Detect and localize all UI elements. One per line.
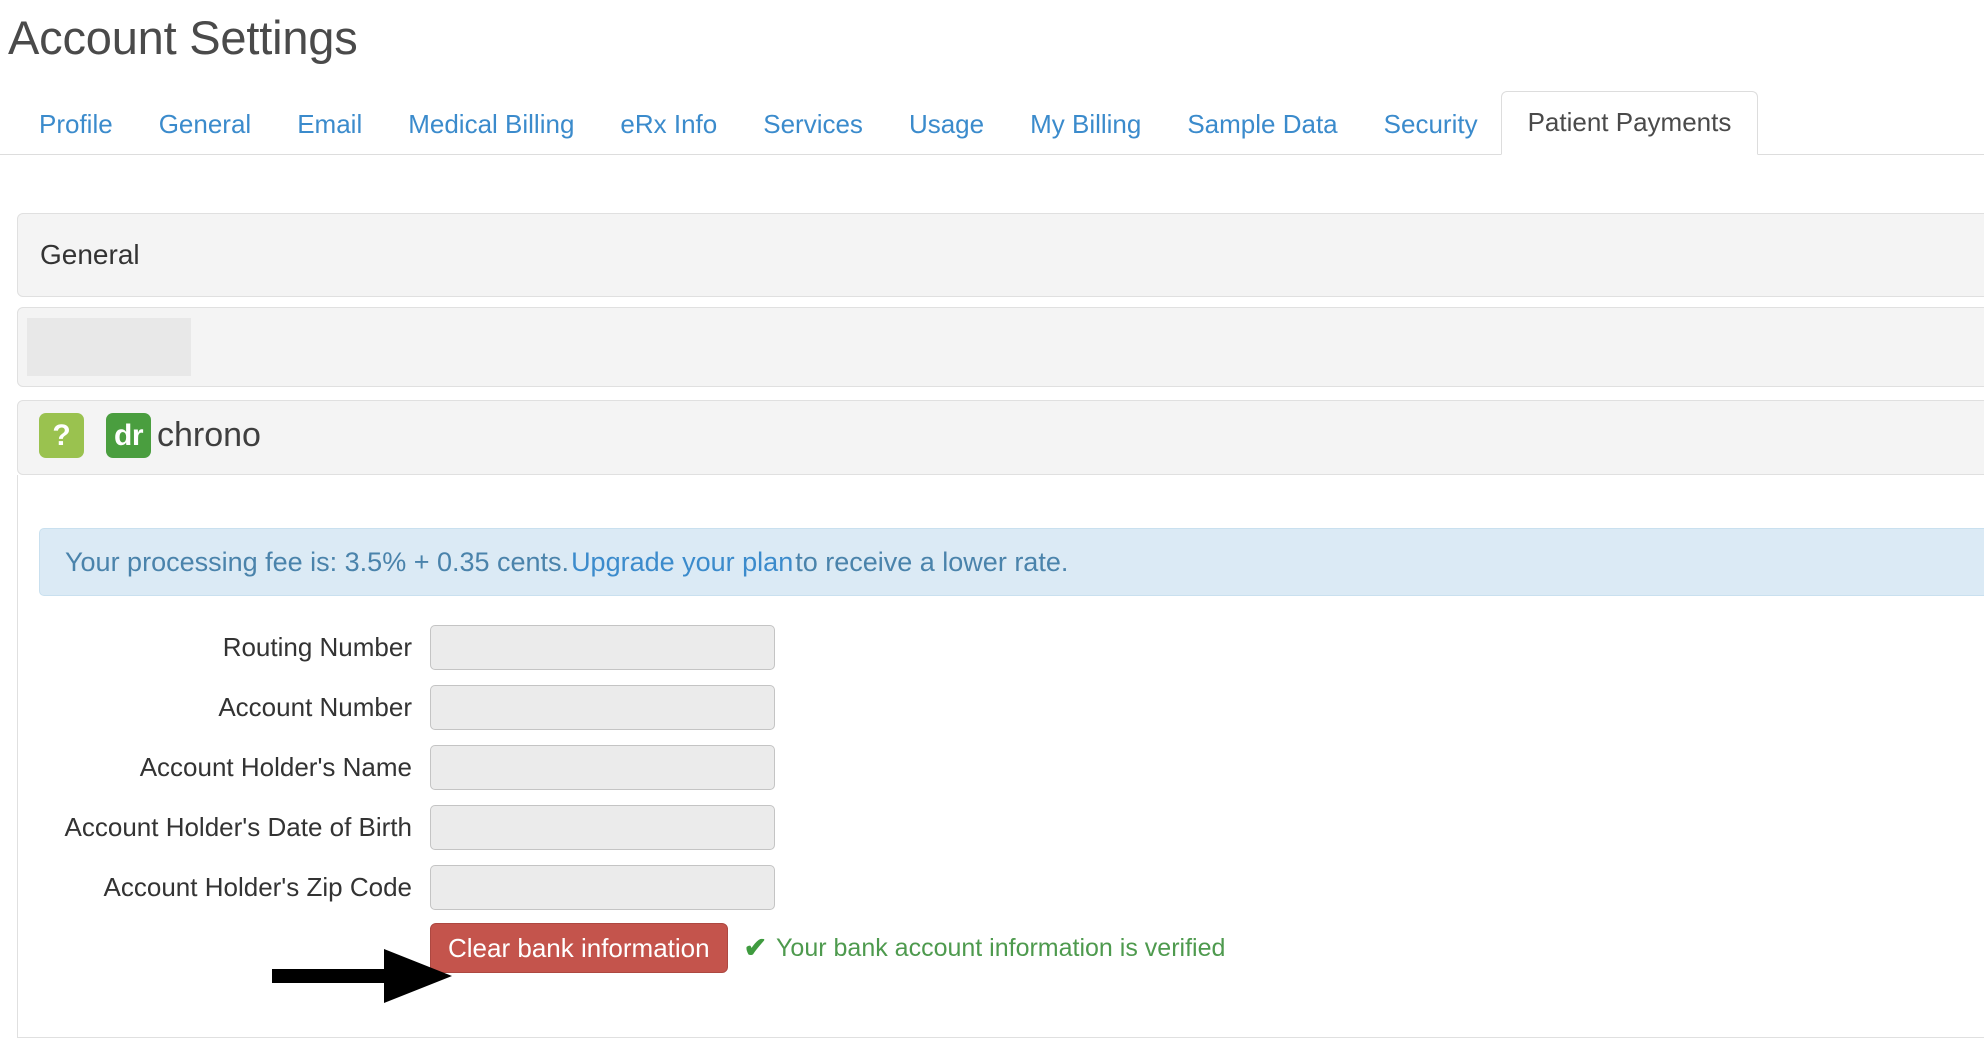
form-row-routing-number: Routing Number [18, 623, 1984, 671]
drchrono-brand-word: chrono [157, 416, 261, 454]
input-account-holder-zip[interactable] [430, 864, 775, 910]
tab-erx-info[interactable]: eRx Info [597, 97, 740, 154]
form-row-account-holder-zip: Account Holder's Zip Code [18, 863, 1984, 911]
tab-sample-data[interactable]: Sample Data [1164, 97, 1360, 154]
tab-patient-payments[interactable]: Patient Payments [1500, 91, 1759, 155]
form-action-row: Clear bank information ✔ Your bank accou… [18, 923, 1984, 973]
settings-tab-bar: Profile General Email Medical Billing eR… [0, 91, 1984, 155]
input-account-number[interactable] [430, 684, 775, 730]
label-account-holder-dob: Account Holder's Date of Birth [64, 812, 412, 842]
label-account-holder-name: Account Holder's Name [139, 752, 412, 782]
label-account-holder-zip: Account Holder's Zip Code [103, 872, 412, 902]
clear-bank-information-button[interactable]: Clear bank information [430, 923, 728, 973]
page-title: Account Settings [8, 11, 358, 64]
general-panel: General [17, 213, 1984, 297]
tab-my-billing[interactable]: My Billing [1007, 97, 1164, 154]
drchrono-dr-icon: dr [106, 413, 151, 458]
tab-usage[interactable]: Usage [886, 97, 1007, 154]
upgrade-plan-link[interactable]: Upgrade your plan [571, 546, 793, 578]
tab-medical-billing[interactable]: Medical Billing [385, 97, 597, 154]
brand-logo-panel: ? dr chrono [17, 400, 1984, 475]
input-account-holder-name[interactable] [430, 744, 775, 790]
bank-verified-status: ✔ Your bank account information is verif… [744, 933, 1226, 963]
gray-placeholder-box [27, 318, 191, 376]
patient-payments-body: Your processing fee is: 3.5% + 0.35 cent… [17, 475, 1984, 1038]
bank-verified-text: Your bank account information is verifie… [776, 934, 1226, 962]
account-settings-page: Account Settings Profile General Email M… [0, 0, 1984, 1038]
form-row-account-number: Account Number [18, 683, 1984, 731]
tab-profile[interactable]: Profile [16, 97, 136, 154]
input-routing-number[interactable] [430, 624, 775, 670]
check-icon: ✔ [743, 932, 768, 963]
tab-services[interactable]: Services [740, 97, 886, 154]
input-account-holder-dob[interactable] [430, 804, 775, 850]
alert-text-after: to receive a lower rate. [795, 547, 1069, 577]
brand-logo-row: ? dr chrono [18, 401, 1984, 458]
help-question-icon[interactable]: ? [39, 413, 84, 458]
form-row-account-holder-dob: Account Holder's Date of Birth [18, 803, 1984, 851]
tab-email[interactable]: Email [274, 97, 385, 154]
label-account-number: Account Number [218, 692, 412, 722]
processing-fee-alert: Your processing fee is: 3.5% + 0.35 cent… [39, 528, 1984, 596]
general-panel-title: General [40, 239, 140, 270]
form-row-account-holder-name: Account Holder's Name [18, 743, 1984, 791]
placeholder-panel [17, 307, 1984, 387]
alert-text-before: Your processing fee is: 3.5% + 0.35 cent… [65, 547, 570, 577]
bank-information-form: Routing Number Account Number Account Ho… [18, 623, 1984, 973]
tab-general[interactable]: General [136, 97, 275, 154]
tab-security[interactable]: Security [1361, 97, 1501, 154]
label-routing-number: Routing Number [222, 632, 412, 662]
